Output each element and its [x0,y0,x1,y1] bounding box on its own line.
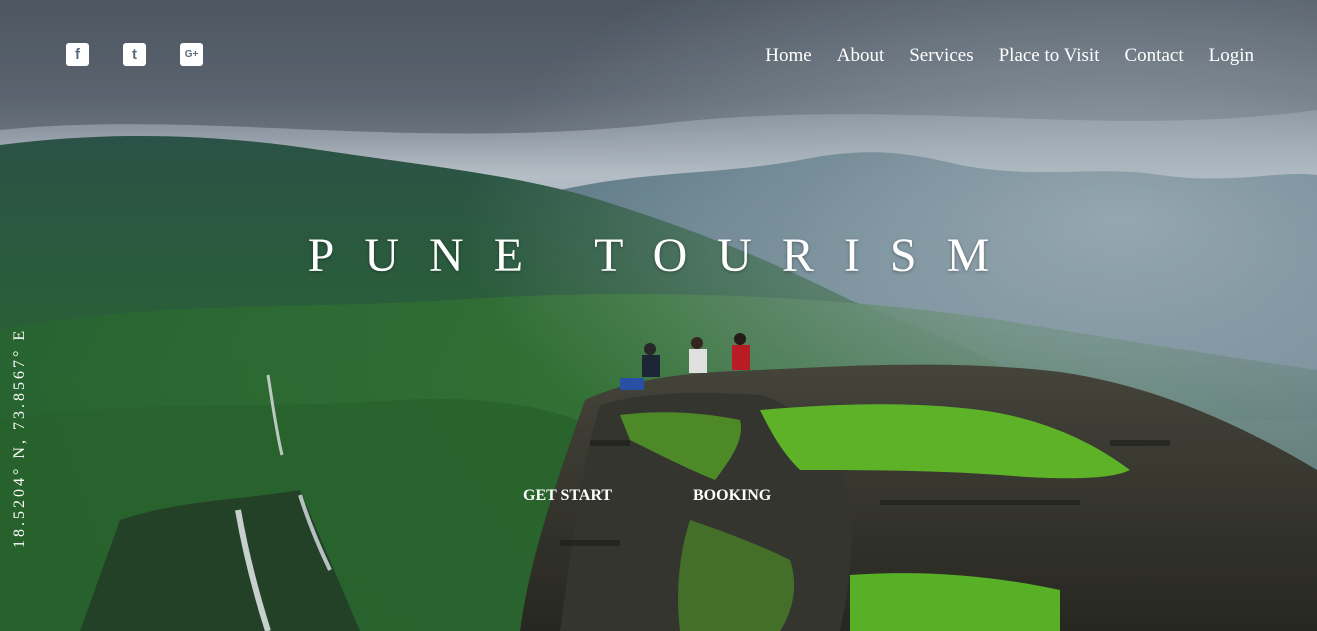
nav-contact[interactable]: Contact [1125,45,1184,67]
get-start-button[interactable]: GET START [523,487,612,505]
hero-title: PUNE TOURISM [307,229,1020,282]
hero-coordinates: 18.5204° N, 73.8567° E [11,327,28,548]
nav-login[interactable]: Login [1209,45,1254,67]
main-nav: Home About Services Place to Visit Conta… [765,45,1254,67]
hero-background-image [0,0,1317,631]
booking-button[interactable]: BOOKING [693,487,771,505]
nav-home[interactable]: Home [765,45,811,67]
nav-services[interactable]: Services [909,45,973,67]
social-links: f t G+ [66,43,203,66]
google-plus-icon[interactable]: G+ [180,43,203,66]
facebook-icon[interactable]: f [66,43,89,66]
nav-place-to-visit[interactable]: Place to Visit [999,45,1100,67]
nav-about[interactable]: About [837,45,885,67]
hero-section [0,0,1317,631]
twitter-icon[interactable]: t [123,43,146,66]
